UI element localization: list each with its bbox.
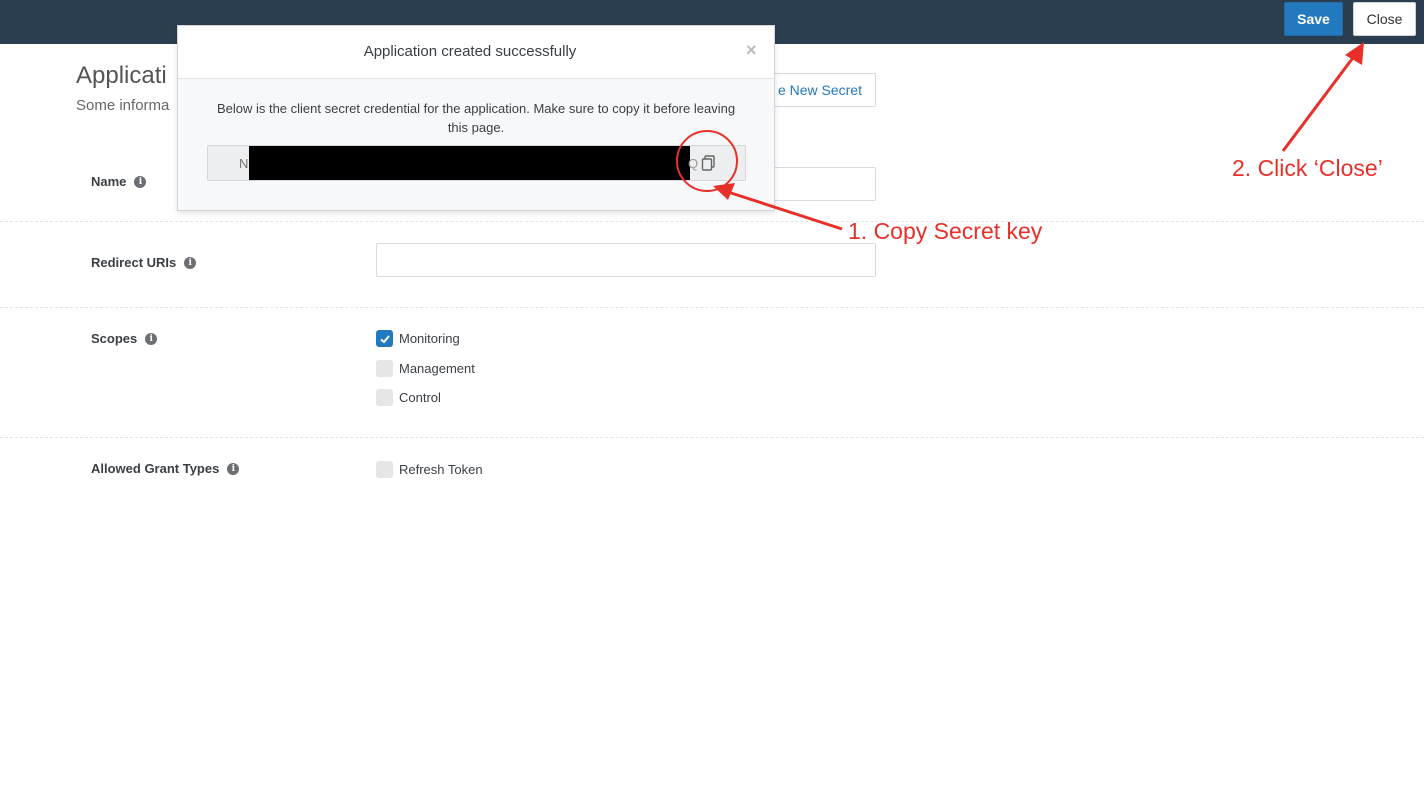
arrow-close-head: [1345, 42, 1364, 65]
arrow-copy-line: [727, 190, 843, 231]
highlight-circle: [676, 130, 738, 192]
annotation-click-close: 2. Click ‘Close’: [1232, 155, 1383, 181]
arrow-close-line: [1281, 54, 1357, 152]
arrow-copy-head: [713, 183, 735, 200]
annotation-copy-secret: 1. Copy Secret key: [848, 218, 1043, 244]
annotation-overlay: [676, 42, 1364, 231]
